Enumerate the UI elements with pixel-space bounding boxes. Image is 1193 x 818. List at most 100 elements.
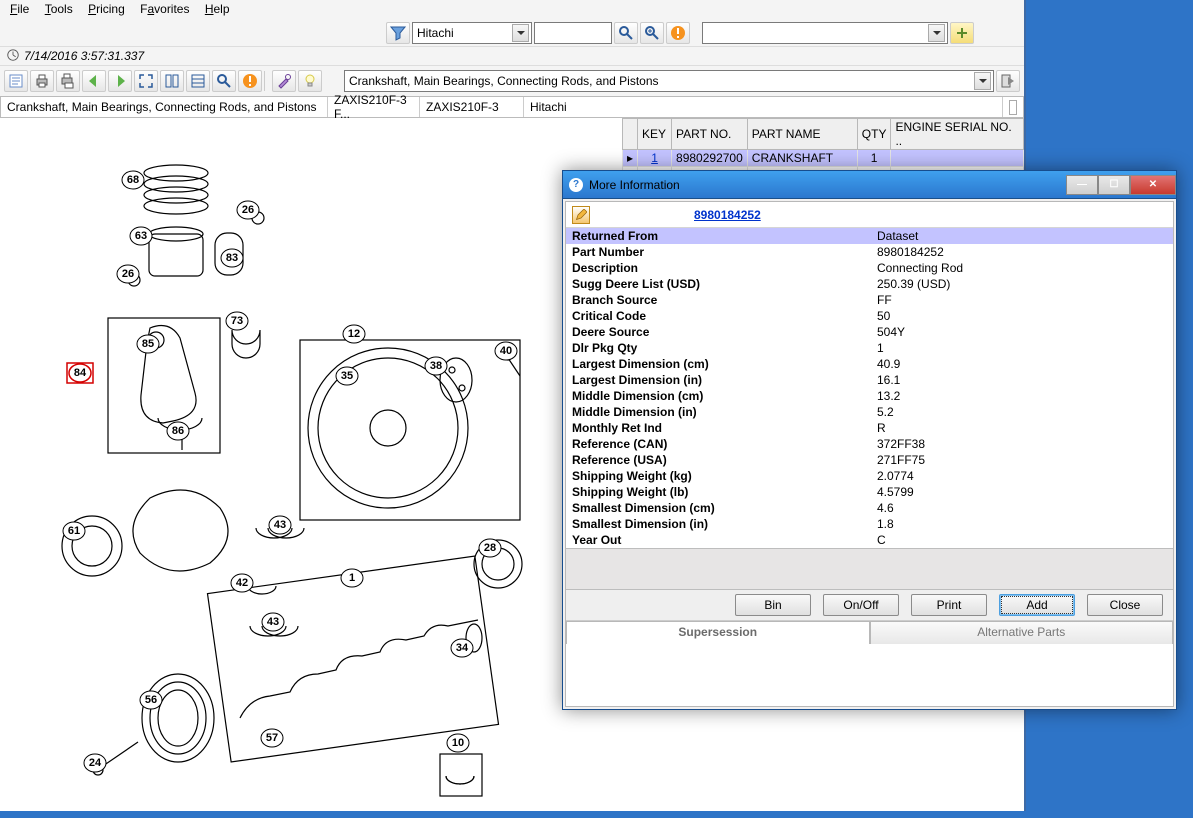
info-label: Shipping Weight (lb) <box>566 484 871 500</box>
alert2-icon[interactable] <box>238 70 262 92</box>
info-label: Description <box>566 260 871 276</box>
callout-85[interactable]: 85 <box>137 335 159 353</box>
tools-icon[interactable] <box>272 70 296 92</box>
edit-icon[interactable] <box>572 206 590 224</box>
close-button[interactable]: Close <box>1087 594 1163 616</box>
callout-26[interactable]: 26 <box>117 265 139 283</box>
svg-text:12: 12 <box>348 328 360 340</box>
callout-1[interactable]: 1 <box>341 569 363 587</box>
callout-83[interactable]: 83 <box>221 249 243 267</box>
print-icon[interactable] <box>30 70 54 92</box>
callout-12[interactable]: 12 <box>343 325 365 343</box>
callout-61[interactable]: 61 <box>63 522 85 540</box>
brand-combo[interactable]: Hitachi <box>412 22 532 44</box>
callout-34[interactable]: 34 <box>451 639 473 657</box>
svg-text:83: 83 <box>226 252 238 264</box>
menu-tools[interactable]: Tools <box>39 1 79 17</box>
breadcrumb-assembly[interactable]: Crankshaft, Main Bearings, Connecting Ro… <box>1 97 328 117</box>
minimize-button[interactable]: — <box>1066 175 1098 195</box>
add-button[interactable]: Add <box>999 594 1075 616</box>
callout-68[interactable]: 68 <box>122 171 144 189</box>
parts-col-serial[interactable]: ENGINE SERIAL NO. .. <box>891 119 1024 150</box>
dialog-button-row: Bin On/Off Print Add Close <box>566 590 1173 620</box>
info-header-label: Returned From <box>566 228 871 244</box>
search-icon[interactable] <box>614 22 638 44</box>
info-value: 16.1 <box>871 372 1173 388</box>
callout-73[interactable]: 73 <box>226 312 248 330</box>
callout-24[interactable]: 24 <box>84 754 106 772</box>
parts-col-marker[interactable] <box>623 119 638 150</box>
bulb-icon[interactable] <box>298 70 322 92</box>
notes-icon[interactable] <box>4 70 28 92</box>
breadcrumb-seg4[interactable]: Hitachi <box>524 97 1003 117</box>
callout-57[interactable]: 57 <box>261 729 283 747</box>
exit-icon[interactable] <box>996 70 1020 92</box>
print-all-icon[interactable] <box>56 70 80 92</box>
parts-col-partname[interactable]: PART NAME <box>747 119 857 150</box>
info-value: 1.8 <box>871 516 1173 532</box>
info-value: C <box>871 532 1173 548</box>
part-number-link[interactable]: 8980184252 <box>694 208 761 222</box>
info-label: Sugg Deere List (USD) <box>566 276 871 292</box>
nav-back-icon[interactable] <box>82 70 106 92</box>
callout-28[interactable]: 28 <box>479 539 501 557</box>
zoom-icon[interactable] <box>212 70 236 92</box>
callout-40[interactable]: 40 <box>495 342 517 360</box>
callout-43[interactable]: 43 <box>262 613 284 631</box>
assembly-combo[interactable]: Crankshaft, Main Bearings, Connecting Ro… <box>344 70 994 92</box>
print-button[interactable]: Print <box>911 594 987 616</box>
callout-35[interactable]: 35 <box>336 367 358 385</box>
tab-alternative-parts[interactable]: Alternative Parts <box>870 621 1174 644</box>
top-input-1[interactable] <box>534 22 612 44</box>
callout-26[interactable]: 26 <box>237 201 259 219</box>
parts-col-key[interactable]: KEY <box>638 119 672 150</box>
table-row[interactable]: ▸18980292700CRANKSHAFT1 <box>623 150 1024 167</box>
callout-42[interactable]: 42 <box>231 574 253 592</box>
row-qty: 1 <box>857 150 891 167</box>
fullscreen-icon[interactable] <box>134 70 158 92</box>
maximize-button[interactable]: ☐ <box>1098 175 1130 195</box>
close-window-button[interactable]: ✕ <box>1130 175 1176 195</box>
add-favorite-icon[interactable] <box>950 22 974 44</box>
breadcrumb-seg2[interactable]: ZAXIS210F-3 F... <box>328 97 420 117</box>
row-key[interactable]: 1 <box>638 150 672 167</box>
diagram-pane[interactable]: 68 26 63 83 26 84 85 73 12 35 38 40 86 61 43 28 42 1 43 34 5… <box>0 118 622 811</box>
breadcrumb-dropdown[interactable] <box>1003 97 1023 117</box>
list-view-icon[interactable] <box>186 70 210 92</box>
parts-col-qty[interactable]: QTY <box>857 119 891 150</box>
parts-table-header[interactable]: KEY PART NO. PART NAME QTY ENGINE SERIAL… <box>623 119 1024 150</box>
callout-43[interactable]: 43 <box>269 516 291 534</box>
nav-forward-icon[interactable] <box>108 70 132 92</box>
dialog-titlebar[interactable]: ? More Information — ☐ ✕ <box>563 171 1176 199</box>
onoff-button[interactable]: On/Off <box>823 594 899 616</box>
callout-56[interactable]: 56 <box>140 691 162 709</box>
filter-funnel-icon[interactable] <box>386 22 410 44</box>
bin-button[interactable]: Bin <box>735 594 811 616</box>
callout-10[interactable]: 10 <box>447 734 469 752</box>
svg-text:28: 28 <box>484 542 496 554</box>
callout-63[interactable]: 63 <box>130 227 152 245</box>
menu-help[interactable]: Help <box>199 1 236 17</box>
breadcrumb-seg3[interactable]: ZAXIS210F-3 <box>420 97 524 117</box>
chevron-down-icon[interactable] <box>928 24 945 42</box>
info-value: 250.39 (USD) <box>871 276 1173 292</box>
menu-favorites[interactable]: Favorites <box>134 1 195 17</box>
chevron-down-icon[interactable] <box>974 72 991 90</box>
svg-text:35: 35 <box>341 370 353 382</box>
chevron-down-icon[interactable] <box>512 24 529 42</box>
top-combo-2[interactable] <box>702 22 948 44</box>
alert-icon[interactable] <box>666 22 690 44</box>
row-marker: ▸ <box>623 150 638 167</box>
tab-supersession[interactable]: Supersession <box>566 621 870 644</box>
info-label: Smallest Dimension (in) <box>566 516 871 532</box>
menu-pricing[interactable]: Pricing <box>82 1 131 17</box>
search-plus-icon[interactable] <box>640 22 664 44</box>
parts-col-partno[interactable]: PART NO. <box>672 119 748 150</box>
info-value: 504Y <box>871 324 1173 340</box>
callout-38[interactable]: 38 <box>425 357 447 375</box>
callout-84[interactable]: 84 <box>67 363 93 383</box>
menu-file[interactable]: File <box>4 1 35 17</box>
split-view-icon[interactable] <box>160 70 184 92</box>
callout-86[interactable]: 86 <box>167 422 189 440</box>
info-value: 8980184252 <box>871 244 1173 260</box>
